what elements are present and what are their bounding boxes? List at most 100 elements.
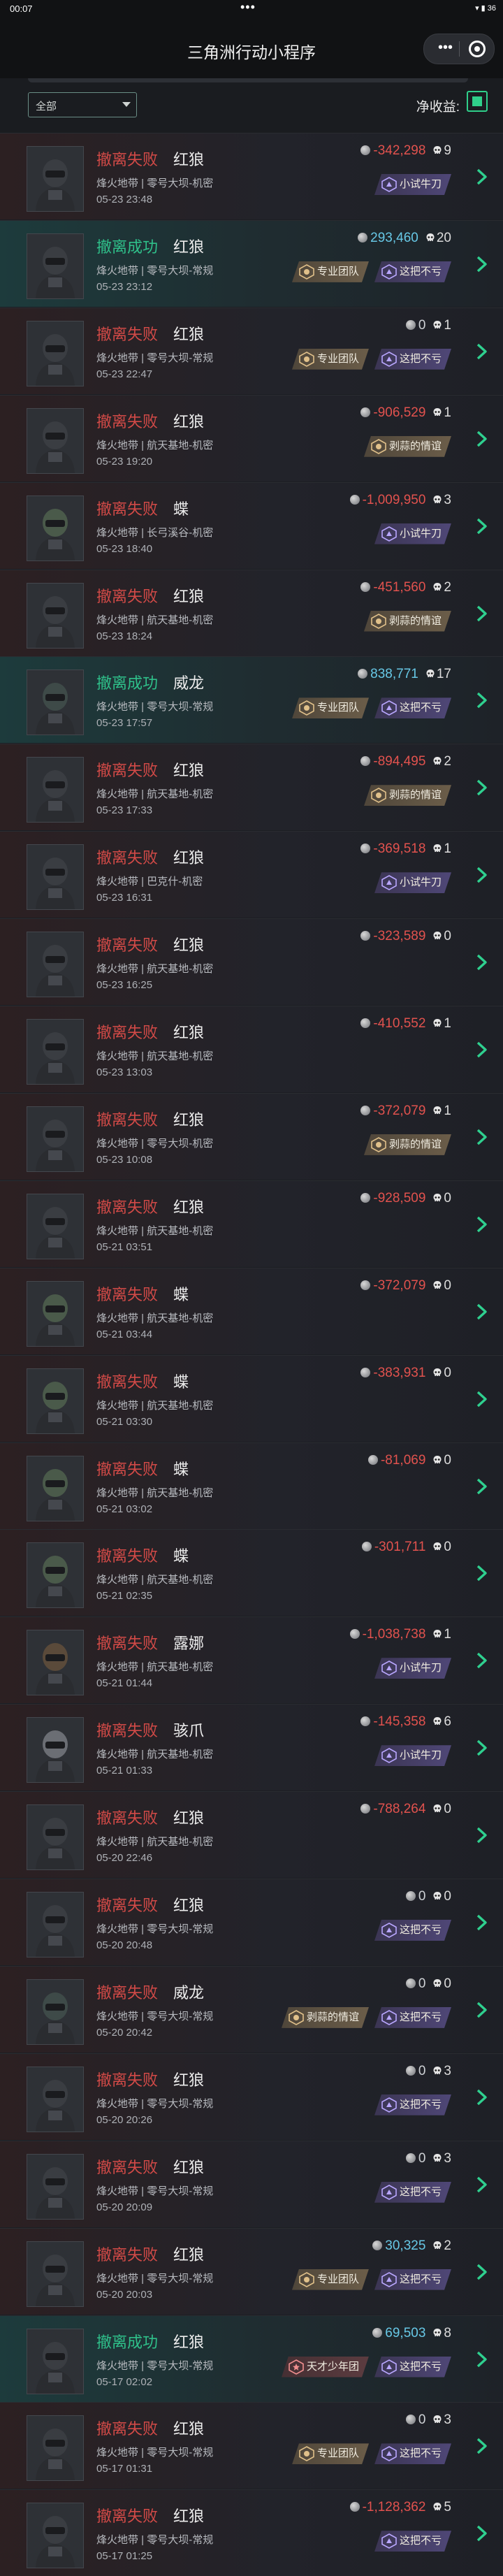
badge-icon	[299, 2272, 314, 2287]
operator-name: 红狼	[173, 849, 205, 867]
match-record-row[interactable]: 撤离失败 红狼 烽火地带 | 零号大坝-常规 05-17 01:31 0 3 专业团队 这把不…	[0, 2402, 503, 2489]
kill-count: 0	[444, 1540, 451, 1555]
chevron-right-icon[interactable]	[474, 2525, 489, 2542]
skull-icon	[432, 2152, 442, 2163]
chevron-right-icon[interactable]	[474, 954, 489, 971]
badge-label: 这把不亏	[399, 2011, 442, 2023]
chevron-right-icon[interactable]	[474, 2351, 489, 2368]
match-record-row[interactable]: 撤离成功 红狼 烽火地带 | 零号大坝-常规 05-23 23:12 293,460 20…	[0, 219, 503, 307]
chevron-right-icon[interactable]	[474, 256, 489, 273]
match-record-row[interactable]: 撤离失败 红狼 烽火地带 | 零号大坝-机密 05-23 10:08 -372,079 1…	[0, 1092, 503, 1180]
chevron-right-icon[interactable]	[474, 1129, 489, 1145]
match-record-row[interactable]: 撤离失败 红狼 烽火地带 | 零号大坝-常规 05-17 01:25 -1,128,36…	[0, 2489, 503, 2576]
match-record-row[interactable]: 撤离失败 红狼 烽火地带 | 航天基地-机密 05-23 17:33 -894,495 2…	[0, 744, 503, 831]
extraction-result: 撤离成功	[96, 238, 159, 256]
match-record-row[interactable]: 撤离失败蝶烽火地带 | 航天基地-机密 05-21 03:30 -383,931 0	[0, 1354, 503, 1442]
match-record-row[interactable]: 撤离成功 红狼 烽火地带 | 零号大坝-常规 05-17 02:02 69,503 8 天才…	[0, 2315, 503, 2402]
chevron-right-icon[interactable]	[474, 1914, 489, 1931]
chevron-right-icon[interactable]	[474, 2176, 489, 2193]
chevron-right-icon[interactable]	[474, 1565, 489, 1582]
income-summary: -145,358 6	[360, 1714, 451, 1731]
kill-count: 0	[444, 1365, 451, 1380]
match-record-row[interactable]: 撤离失败蝶烽火地带 | 航天基地-机密 05-21 03:44 -372,079 0	[0, 1267, 503, 1354]
match-record-row[interactable]: 撤离失败 红狼 烽火地带 | 零号大坝-常规 05-20 20:03 30,325 2 专业…	[0, 2227, 503, 2315]
chevron-right-icon[interactable]	[474, 1478, 489, 1495]
chevron-right-icon[interactable]	[474, 779, 489, 796]
achievement-badge: 这把不亏	[374, 2269, 451, 2290]
match-record-row[interactable]: 撤离失败 威龙 烽火地带 | 零号大坝-常规 05-20 20:42 0 0 剥蒜的情谊 这把…	[0, 1965, 503, 2053]
chevron-right-icon[interactable]	[474, 867, 489, 883]
mode-filter-select[interactable]: 全部	[28, 92, 137, 117]
match-record-row[interactable]: 撤离失败 红狼 烽火地带 | 零号大坝-常规 05-23 22:47 0 1 专业团队 这把不…	[0, 307, 503, 394]
match-record-row[interactable]: 撤离失败 红狼 烽火地带 | 航天基地-机密 05-23 19:20 -906,529 1…	[0, 394, 503, 482]
operator-name: 蝶	[173, 1285, 189, 1303]
net-income-checkbox[interactable]	[467, 91, 488, 112]
close-miniprogram-icon[interactable]	[469, 41, 486, 57]
income-amount: 0	[418, 2150, 426, 2166]
chevron-right-icon[interactable]	[474, 1652, 489, 1669]
skull-icon	[432, 407, 442, 417]
badge-label: 这把不亏	[399, 2447, 442, 2460]
chevron-right-icon[interactable]	[474, 2438, 489, 2454]
chevron-right-icon[interactable]	[474, 1303, 489, 1320]
skull-icon	[432, 581, 442, 592]
match-record-row[interactable]: 撤离失败蝶烽火地带 | 长弓溪谷-机密 05-23 18:40 -1,009,950…	[0, 482, 503, 569]
achievement-badge: 这把不亏	[374, 349, 451, 370]
map-mode: 烽火地带 | 航天基地-机密	[96, 1050, 214, 1062]
extraction-result: 撤离失败	[96, 1110, 159, 1129]
badge-icon	[381, 177, 397, 192]
extraction-result: 撤离失败	[96, 2071, 159, 2089]
match-record-row[interactable]: 撤离失败 红狼 烽火地带 | 航天基地-机密 05-21 03:51 -928,509 0	[0, 1180, 503, 1267]
extraction-result: 撤离失败	[96, 1460, 159, 1478]
match-record-row[interactable]: 撤离失败 红狼 烽火地带 | 航天基地-机密 05-23 18:24 -451,560 2…	[0, 569, 503, 656]
chevron-right-icon[interactable]	[474, 1041, 489, 1058]
badge-label: 这把不亏	[399, 2360, 442, 2373]
chevron-right-icon[interactable]	[474, 2002, 489, 2018]
map-mode: 烽火地带 | 航天基地-机密	[96, 1486, 214, 1499]
match-record-row[interactable]: 撤离失败 红狼 烽火地带 | 航天基地-机密 05-20 22:46 -788,264 0	[0, 1791, 503, 1879]
map-mode: 烽火地带 | 航天基地-机密	[96, 614, 214, 626]
chevron-right-icon[interactable]	[474, 430, 489, 447]
achievement-badge: 小试牛刀	[374, 523, 451, 544]
match-time: 05-20 20:26	[96, 2113, 153, 2126]
chevron-right-icon[interactable]	[474, 343, 489, 360]
chevron-right-icon[interactable]	[474, 1739, 489, 1756]
match-record-row[interactable]: 撤离失败 红狼 烽火地带 | 零号大坝-常规 05-20 20:26 0 3 这把不亏	[0, 2053, 503, 2140]
chevron-right-icon[interactable]	[474, 2089, 489, 2106]
income-summary: 838,771 17	[358, 667, 451, 683]
operator-avatar	[27, 2066, 84, 2132]
extraction-result: 撤离失败	[96, 849, 159, 867]
operator-name: 蝶	[173, 1373, 189, 1391]
match-record-row[interactable]: 撤离成功 威龙 烽火地带 | 零号大坝-常规 05-23 17:57 838,771 17…	[0, 656, 503, 744]
match-record-row[interactable]: 撤离失败 骇爪 烽火地带 | 航天基地-机密 05-21 01:33 -145,358 6…	[0, 1704, 503, 1791]
chevron-right-icon[interactable]	[474, 518, 489, 535]
match-record-row[interactable]: 撤离失败 红狼 烽火地带 | 零号大坝-常规 05-20 20:48 0 0 这把不亏	[0, 1879, 503, 1965]
coin-icon	[405, 1978, 416, 1988]
match-record-row[interactable]: 撤离失败 红狼 烽火地带 | 航天基地-机密 05-23 16:25 -323,589 0	[0, 918, 503, 1006]
chevron-right-icon[interactable]	[474, 1827, 489, 1844]
chevron-right-icon[interactable]	[474, 1391, 489, 1408]
operator-name: 红狼	[173, 1024, 205, 1041]
match-record-row[interactable]: 撤离失败 露娜 烽火地带 | 航天基地-机密 05-21 01:44 -1,038,73…	[0, 1616, 503, 1704]
match-time: 05-17 01:25	[96, 2550, 153, 2563]
badge-icon	[381, 875, 397, 890]
coin-icon	[372, 2327, 383, 2338]
chevron-right-icon[interactable]	[474, 1216, 489, 1233]
chevron-right-icon[interactable]	[474, 692, 489, 709]
chevron-right-icon[interactable]	[474, 605, 489, 622]
match-time: 05-20 20:09	[96, 2201, 153, 2213]
skull-icon	[432, 1541, 442, 1551]
match-record-row[interactable]: 撤离失败蝶烽火地带 | 航天基地-机密 05-21 02:35 -301,711 0	[0, 1529, 503, 1616]
more-icon[interactable]: •••	[438, 40, 453, 56]
match-record-row[interactable]: 撤离失败 红狼 烽火地带 | 零号大坝-常规 05-20 20:09 0 3 这把不亏	[0, 2140, 503, 2227]
chevron-right-icon[interactable]	[474, 168, 489, 185]
match-record-row[interactable]: 撤离失败 红狼 烽火地带 | 巴克什-机密 05-23 16:31 -369,518 1 小…	[0, 831, 503, 918]
chevron-right-icon[interactable]	[474, 2264, 489, 2280]
match-record-row[interactable]: 撤离失败 红狼 烽火地带 | 零号大坝-机密 05-23 23:48 -342,298 9…	[0, 133, 503, 219]
match-record-row[interactable]: 撤离失败 红狼 烽火地带 | 航天基地-机密 05-23 13:03 -410,552 1	[0, 1006, 503, 1092]
badge-label: 剥蒜的情谊	[388, 614, 442, 627]
extraction-result: 撤离失败	[96, 1897, 159, 1914]
map-mode: 烽火地带 | 零号大坝-常规	[96, 2447, 214, 2459]
match-record-row[interactable]: 撤离失败蝶烽火地带 | 航天基地-机密 05-21 03:02 -81,069 0	[0, 1442, 503, 1529]
kill-count: 0	[444, 1452, 451, 1468]
